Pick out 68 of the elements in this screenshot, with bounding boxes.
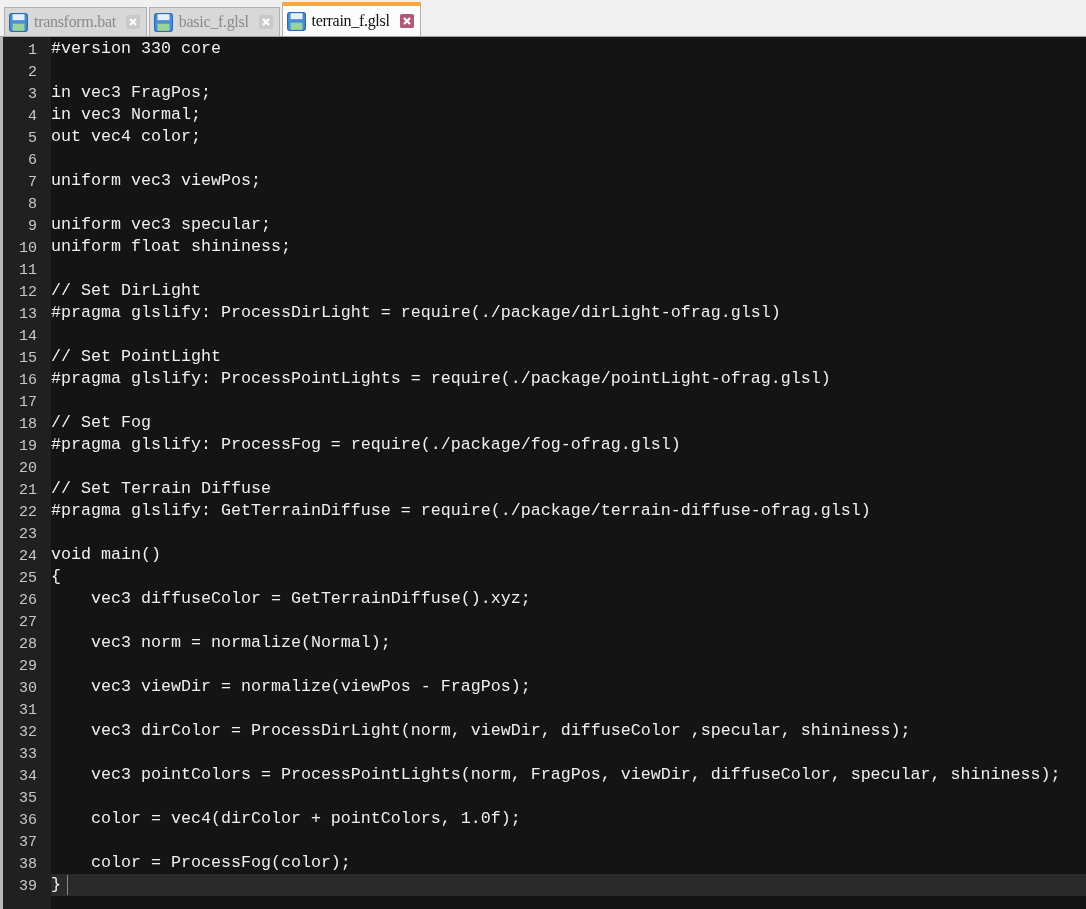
line-number: 2: [28, 64, 37, 81]
close-icon[interactable]: [399, 14, 414, 28]
line-number: 39: [19, 878, 37, 895]
line-number: 28: [19, 636, 37, 653]
line-number: 38: [19, 856, 37, 873]
line-number: 22: [19, 504, 37, 521]
line-number: 20: [19, 460, 37, 477]
line-number: 17: [19, 394, 37, 411]
file-tab[interactable]: transform.bat: [4, 7, 147, 36]
line-number: 10: [19, 240, 37, 257]
line-number: 11: [19, 262, 37, 279]
line-number: 6: [28, 152, 37, 169]
line-number: 9: [28, 218, 37, 235]
code-line: #pragma glslify: ProcessDirLight = require(./package/dirLight-ofrag.glsl): [51, 302, 781, 324]
code-line: // Set Fog: [51, 412, 151, 434]
line-number: 8: [28, 196, 37, 213]
code-line: color = vec4(dirColor + pointColors, 1.0f);: [89, 808, 521, 830]
line-number: 4: [28, 108, 37, 125]
line-number: 19: [19, 438, 37, 455]
line-number: 23: [19, 526, 37, 543]
code-line: {: [51, 566, 61, 588]
line-number: 29: [19, 658, 37, 675]
line-number: 3: [28, 86, 37, 103]
code-line: out vec4 color;: [51, 126, 201, 148]
code-line: in vec3 FragPos;: [51, 82, 211, 104]
line-number: 7: [28, 174, 37, 191]
code-line: uniform vec3 viewPos;: [51, 170, 261, 192]
line-number: 13: [19, 306, 37, 323]
line-number: 37: [19, 834, 37, 851]
code-line: uniform vec3 specular;: [51, 214, 271, 236]
line-number: 21: [19, 482, 37, 499]
line-number: 36: [19, 812, 37, 829]
code-line: color = ProcessFog(color);: [89, 852, 351, 874]
code-line: vec3 diffuseColor = GetTerrainDiffuse().xyz;: [89, 588, 531, 610]
line-number: 25: [19, 570, 37, 587]
line-number: 26: [19, 592, 37, 609]
code-line: #version 330 core: [51, 38, 221, 60]
line-number: 32: [19, 724, 37, 741]
line-number: 16: [19, 372, 37, 389]
code-line: void main(): [51, 544, 161, 566]
code-line: vec3 dirColor = ProcessDirLight(norm, viewDir, diffuseColor ,specular, shininess);: [89, 720, 911, 742]
code-line: in vec3 Normal;: [51, 104, 201, 126]
line-number: 12: [19, 284, 37, 301]
line-number: 14: [19, 328, 37, 345]
line-number: 35: [19, 790, 37, 807]
code-line: #pragma glslify: ProcessFog = require(./package/fog-ofrag.glsl): [51, 434, 681, 456]
code-line: #pragma glslify: GetTerrainDiffuse = require(./package/terrain-diffuse-ofrag.glsl): [51, 500, 871, 522]
file-tab[interactable]: basic_f.glsl: [148, 7, 280, 36]
line-number: 18: [19, 416, 37, 433]
code-editor[interactable]: [0, 37, 1086, 909]
line-number: 5: [28, 130, 37, 147]
line-number: 1: [28, 42, 37, 59]
line-number: 24: [19, 548, 37, 565]
line-number: 27: [19, 614, 37, 631]
code-line: // Set Terrain Diffuse: [51, 478, 271, 500]
line-number: 33: [19, 746, 37, 763]
line-number: 30: [19, 680, 37, 697]
code-line: // Set DirLight: [51, 280, 201, 302]
line-number: 15: [19, 350, 37, 367]
code-line: uniform float shininess;: [51, 236, 291, 258]
code-line: vec3 viewDir = normalize(viewPos - FragPos);: [89, 676, 531, 698]
code-line: vec3 pointColors = ProcessPointLights(norm, FragPos, viewDir, diffuseColor, specular, shininess);: [89, 764, 1061, 786]
line-number: 31: [19, 702, 37, 719]
file-tab[interactable]: terrain_f.glsl: [281, 2, 421, 36]
code-line: vec3 norm = normalize(Normal);: [89, 632, 391, 654]
code-line: // Set PointLight: [51, 346, 221, 368]
line-number: 34: [19, 768, 37, 785]
code-line: #pragma glslify: ProcessPointLights = require(./package/pointLight-ofrag.glsl): [51, 368, 831, 390]
